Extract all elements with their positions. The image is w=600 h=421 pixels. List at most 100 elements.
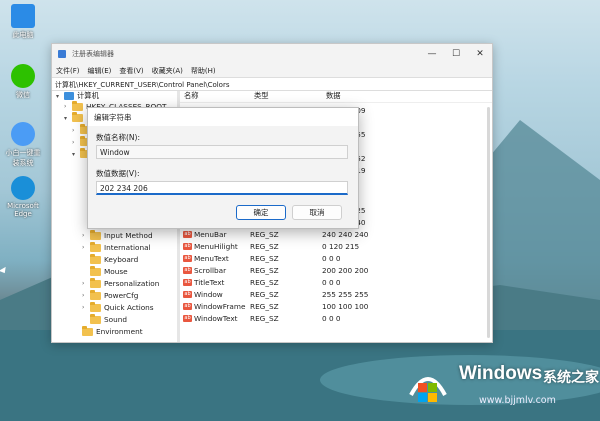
desktop-icon-label: 微信 [16, 91, 30, 99]
value-data: 240 240 240 [322, 229, 369, 239]
tree-item-input-method[interactable]: › Input Method [82, 229, 153, 240]
table-row[interactable]: ab MenuText REG_SZ 0 0 0 [180, 252, 492, 264]
chevron-right-icon: › [82, 304, 85, 311]
watermark-brand-cn: 系统之家 [543, 370, 599, 386]
desktop-icon-edge[interactable]: Microsoft Edge [4, 176, 42, 218]
desktop-icon-label: 此电脑 [12, 31, 34, 39]
string-value-icon: ab [183, 302, 192, 310]
value-type: REG_SZ [250, 277, 279, 287]
computer-icon [11, 4, 35, 28]
tree-label: Sound [104, 315, 127, 324]
tree-item-powercfg[interactable]: › PowerCfg [82, 289, 139, 300]
maximize-button[interactable]: ☐ [444, 49, 468, 59]
dialog-title[interactable]: 编辑字符串 [88, 108, 358, 126]
value-data: 0 0 0 [322, 277, 341, 287]
value-name: MenuText [194, 253, 229, 263]
tree-root-computer[interactable]: ▾ 计算机 [56, 91, 99, 101]
menu-view[interactable]: 查看(V) [119, 66, 143, 76]
menu-bar: 文件(F) 编辑(E) 查看(V) 收藏夹(A) 帮助(H) [52, 64, 492, 77]
string-value-icon: ab [183, 314, 192, 322]
tree-label: International [104, 243, 151, 252]
desktop-icon-this-pc[interactable]: 此电脑 [4, 4, 42, 40]
table-row[interactable]: ab Scrollbar REG_SZ 200 200 200 [180, 264, 492, 276]
folder-icon [90, 253, 101, 264]
table-row[interactable]: ab WindowText REG_SZ 0 0 0 [180, 312, 492, 324]
chevron-right-icon: › [82, 244, 85, 251]
value-name: WindowFrame [194, 301, 246, 311]
address-bar[interactable]: 计算机\HKEY_CURRENT_USER\Control Panel\Colo… [52, 77, 492, 91]
value-data: 0 0 0 [322, 253, 341, 263]
minimize-button[interactable]: — [420, 49, 444, 59]
chevron-right-icon: › [82, 292, 85, 299]
watermark: Windows 系统之家 www.bjjmlv.com [395, 357, 600, 421]
folder-icon [90, 229, 101, 240]
string-value-icon: ab [183, 290, 192, 298]
value-data: 100 100 100 [322, 301, 369, 311]
tree-label: 计算机 [77, 91, 99, 100]
table-row[interactable]: ab WindowFrame REG_SZ 100 100 100 [180, 300, 492, 312]
tree-item-environment[interactable]: Environment [74, 325, 143, 336]
wechat-icon [11, 64, 35, 88]
value-type: REG_SZ [250, 289, 279, 299]
watermark-brand: Windows [459, 363, 543, 384]
value-type: REG_SZ [250, 241, 279, 251]
menu-help[interactable]: 帮助(H) [191, 66, 216, 76]
desktop-icon-wechat[interactable]: 微信 [4, 64, 42, 100]
desktop-icon-reinstall[interactable]: 小白一键重装系统 [4, 122, 42, 168]
value-name: MenuBar [194, 229, 227, 239]
title-bar[interactable]: 注册表编辑器 — ☐ ✕ [52, 44, 492, 64]
tree-item-keyboard[interactable]: Keyboard [82, 253, 139, 264]
vertical-scrollbar[interactable] [487, 107, 490, 338]
column-name[interactable]: 名称 [180, 91, 250, 102]
value-data-field[interactable]: 202 234 206 [96, 181, 348, 195]
tree-label: PowerCfg [104, 291, 139, 300]
table-row[interactable]: ab TitleText REG_SZ 0 0 0 [180, 276, 492, 288]
close-button[interactable]: ✕ [468, 49, 492, 59]
string-value-icon: ab [183, 242, 192, 250]
chevron-right-icon: › [72, 138, 75, 146]
tree-item-quick-actions[interactable]: › Quick Actions [82, 301, 154, 312]
menu-file[interactable]: 文件(F) [56, 66, 80, 76]
chevron-right-icon: › [72, 126, 75, 134]
tree-item-hkcu[interactable]: ▾ [64, 112, 86, 122]
table-row[interactable]: ab MenuBar REG_SZ 240 240 240 [180, 228, 492, 240]
column-data[interactable]: 数据 [322, 91, 341, 102]
value-data: 255 255 255 [322, 289, 369, 299]
chevron-right-icon: › [64, 103, 67, 110]
column-type[interactable]: 类型 [250, 91, 322, 102]
value-name: Scrollbar [194, 265, 227, 275]
table-row[interactable]: ab Window REG_SZ 255 255 255 [180, 288, 492, 300]
string-value-icon: ab [183, 278, 192, 286]
value-data: 0 0 0 [322, 313, 341, 323]
value-type: REG_SZ [250, 313, 279, 323]
value-type: REG_SZ [250, 301, 279, 311]
value-data: 0 120 215 [322, 241, 360, 251]
table-row[interactable]: ab MenuHilight REG_SZ 0 120 215 [180, 240, 492, 252]
value-name: MenuHilight [194, 241, 238, 251]
tree-item-sound[interactable]: Sound [82, 313, 127, 324]
value-type: REG_SZ [250, 229, 279, 239]
computer-icon [64, 92, 74, 100]
tree-item-international[interactable]: › International [82, 241, 151, 252]
desktop-icon-label: Microsoft Edge [7, 202, 39, 218]
folder-icon [90, 301, 101, 312]
tree-label: Quick Actions [104, 303, 154, 312]
value-name: WindowText [194, 313, 238, 323]
menu-edit[interactable]: 编辑(E) [88, 66, 112, 76]
cancel-button[interactable]: 取消 [292, 205, 342, 220]
value-type: REG_SZ [250, 265, 279, 275]
chevron-down-icon: ▾ [72, 150, 76, 158]
tree-label: Keyboard [104, 255, 139, 264]
tree-item-personalization[interactable]: › Personalization [82, 277, 160, 288]
tree-item-mouse[interactable]: Mouse [82, 265, 128, 276]
values-header: 名称 类型 数据 [180, 91, 492, 103]
regedit-app-icon [58, 50, 66, 58]
value-name-field[interactable]: Window [96, 145, 348, 159]
folder-icon [90, 313, 101, 324]
folder-icon [82, 325, 93, 336]
reinstall-icon [11, 122, 35, 146]
ok-button[interactable]: 确定 [236, 205, 286, 220]
tree-label: Personalization [104, 279, 160, 288]
menu-favorites[interactable]: 收藏夹(A) [152, 66, 183, 76]
tree-label: Input Method [104, 231, 153, 240]
